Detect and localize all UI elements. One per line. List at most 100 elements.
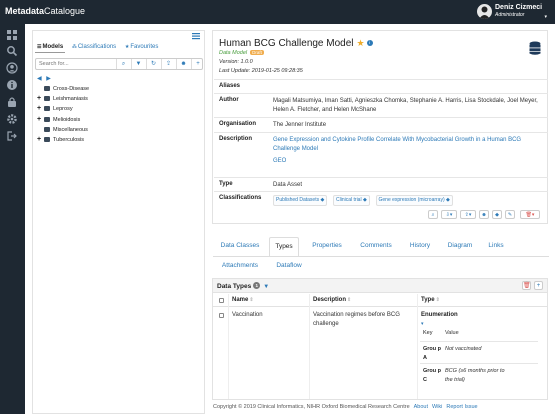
- enum-header-row: Key Value: [420, 329, 538, 341]
- sort-icon: ⇕: [347, 297, 352, 303]
- classification-chip[interactable]: Clinical trial ◆: [333, 195, 370, 206]
- info-icon[interactable]: i: [366, 40, 373, 46]
- column-description[interactable]: Description⇕: [313, 297, 351, 303]
- favourite-star-icon[interactable]: ★: [357, 38, 365, 48]
- column-type[interactable]: Type⇕: [421, 297, 440, 303]
- tab-attachments[interactable]: Attachments: [213, 257, 267, 275]
- enum-key: Grou p C: [423, 368, 442, 383]
- download-icon[interactable]: ⇩▾: [441, 210, 457, 219]
- tree-item-label: Miscellaneous: [53, 126, 88, 133]
- organisation-value: The Jenner Institute: [273, 122, 327, 128]
- type-value: Data Asset: [273, 182, 303, 188]
- classifications-row: Classifications Published Datasets ◆ Cli…: [214, 191, 548, 207]
- status-badge: Draft: [250, 50, 264, 55]
- tag-icon: ◆: [362, 197, 367, 203]
- delete-icon[interactable]: 🗑▾: [520, 210, 540, 219]
- footer-link-wiki[interactable]: Wiki: [432, 404, 442, 410]
- import-icon[interactable]: ⇪: [161, 59, 175, 69]
- description-label: Description: [219, 136, 253, 142]
- caret-down-icon[interactable]: ▾: [421, 321, 424, 327]
- description-value: Gene Expression and Cytokine Profile Cor…: [273, 136, 538, 166]
- hamburger-menu-icon[interactable]: [192, 32, 200, 40]
- last-update: Last Update: 2019-01-25 09:28:35: [219, 68, 303, 74]
- description-link[interactable]: Gene Expression and Cytokine Profile Cor…: [273, 137, 521, 152]
- expand-icon[interactable]: +: [37, 104, 42, 114]
- classifications-label: Classifications: [219, 195, 262, 201]
- author-label: Author: [219, 97, 239, 103]
- delete-icon[interactable]: 🗑: [522, 281, 531, 290]
- arrow-right-icon[interactable]: ▶: [46, 76, 51, 82]
- tab-classifications[interactable]: ⁂Classifications: [70, 42, 118, 52]
- tab-favourites[interactable]: ★Favourites: [123, 42, 161, 52]
- geo-link[interactable]: GEO: [273, 157, 286, 166]
- lock-icon[interactable]: [6, 96, 18, 108]
- arrow-left-icon[interactable]: ◀: [37, 76, 42, 82]
- tab-links[interactable]: Links: [483, 237, 509, 255]
- user-icon[interactable]: ☻: [176, 59, 190, 69]
- row-checkbox[interactable]: [219, 313, 224, 318]
- search-input[interactable]: [36, 59, 116, 69]
- refresh-icon[interactable]: ↻: [146, 59, 160, 69]
- tab-diagram[interactable]: Diagram: [442, 237, 478, 255]
- tab-models[interactable]: ☰Models: [35, 42, 66, 53]
- table-header-row: Name⇕ Description⇕ Type⇕: [213, 294, 547, 307]
- footer-link-report-issue[interactable]: Report Issue: [446, 404, 477, 410]
- column-type-label: Type: [421, 297, 435, 303]
- tab-history[interactable]: History: [403, 237, 437, 255]
- tree-item-label: Melioidosis: [53, 116, 81, 123]
- classification-chip-label: Gene expression (microarray): [378, 197, 445, 203]
- tab-properties[interactable]: Properties: [305, 237, 349, 255]
- author-value: Magali Matsumiya, Iman Satti, Agnieszka …: [273, 98, 538, 113]
- enum-row: Grou p C BCG (≥6 months prior to the tri…: [420, 363, 538, 385]
- add-icon[interactable]: +: [534, 281, 543, 290]
- filter-icon[interactable]: ▼: [131, 59, 145, 69]
- tab-comments[interactable]: Comments: [354, 237, 398, 255]
- footer-link-about[interactable]: About: [414, 404, 428, 410]
- grid-icon[interactable]: [6, 29, 18, 41]
- folder-icon: [44, 86, 50, 91]
- user-icon[interactable]: ☻: [479, 210, 489, 219]
- add-icon[interactable]: +: [191, 59, 204, 69]
- classification-chip[interactable]: Published Datasets ◆: [273, 195, 328, 206]
- brand-rest: Catalogue: [44, 6, 86, 16]
- sitemap-icon: ⁂: [71, 44, 77, 50]
- edit-icon[interactable]: ✎: [505, 210, 515, 219]
- model-type: Data Model: [219, 50, 248, 56]
- user-role: Administrator: [495, 12, 525, 18]
- search-icon[interactable]: [6, 45, 18, 57]
- tab-data-classes[interactable]: Data Classes: [213, 237, 267, 255]
- row-name-link[interactable]: Vaccination: [232, 311, 306, 320]
- row-description: Vaccination regimes before BCG challenge: [313, 312, 400, 327]
- brand-bold: Metadata: [5, 6, 45, 16]
- classification-chip[interactable]: Gene expression (microarray) ◆: [375, 195, 453, 206]
- shield-icon[interactable]: ◆: [492, 210, 502, 219]
- folder-icon: [44, 136, 50, 142]
- user-circle-icon[interactable]: [6, 62, 18, 74]
- search-icon[interactable]: ⌕: [428, 210, 438, 219]
- user-menu[interactable]: Deniz Cizmeci Administrator ▾: [477, 3, 547, 21]
- tab-dataflow[interactable]: Dataflow: [269, 257, 309, 275]
- expand-icon[interactable]: +: [37, 115, 42, 125]
- column-name[interactable]: Name⇕: [232, 297, 254, 303]
- expand-icon[interactable]: +: [37, 135, 42, 145]
- page-title: Human BCG Challenge Model ★ i: [219, 38, 373, 49]
- gear-icon[interactable]: [6, 113, 18, 125]
- left-icon-nav: [0, 24, 25, 414]
- tree-expand-controls: ◀ ▶: [37, 75, 51, 82]
- footer: Copyright © 2019 Clinical Informatics, N…: [213, 404, 478, 410]
- expand-icon[interactable]: +: [37, 94, 42, 104]
- model-title: Human BCG Challenge Model: [219, 38, 354, 49]
- sign-out-icon[interactable]: [6, 130, 18, 142]
- select-all-checkbox[interactable]: [219, 298, 224, 303]
- filter-icon[interactable]: ▼: [263, 284, 269, 290]
- search-button[interactable]: ⌕: [116, 59, 130, 69]
- classification-chip-label: Published Datasets: [276, 197, 320, 203]
- enum-key: Grou p A: [423, 346, 442, 361]
- data-types-title: Data Types 1 ▼: [217, 282, 269, 290]
- tab-types[interactable]: Types: [269, 237, 299, 257]
- share-icon[interactable]: ⇪▾: [460, 210, 476, 219]
- tree-item-label: Tuberculosis: [53, 136, 84, 143]
- info-circle-icon[interactable]: [6, 79, 18, 91]
- description-row: Description Gene Expression and Cytokine…: [214, 132, 548, 177]
- brand-logo[interactable]: MetadataCatalogue: [5, 5, 85, 17]
